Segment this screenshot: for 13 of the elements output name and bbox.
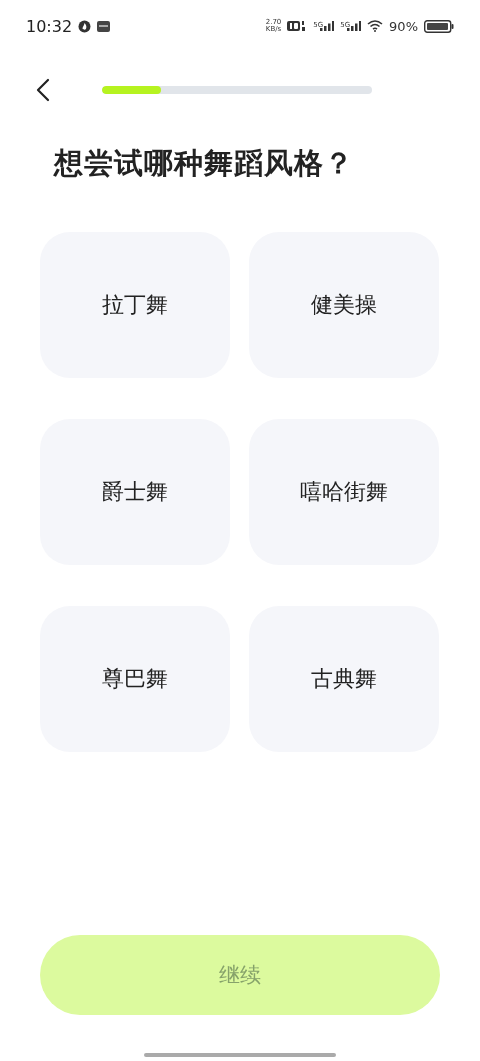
option-card[interactable]: 嘻哈街舞 bbox=[249, 419, 439, 565]
app-icon bbox=[97, 20, 111, 32]
status-time: 10:32 bbox=[26, 16, 73, 36]
back-button[interactable] bbox=[34, 76, 52, 104]
option-card[interactable]: 古典舞 bbox=[249, 606, 439, 752]
option-card[interactable]: 尊巴舞 bbox=[40, 606, 230, 752]
option-card[interactable]: 拉丁舞 bbox=[40, 232, 230, 378]
question-title: 想尝试哪种舞蹈风格？ bbox=[54, 145, 355, 182]
wifi-icon bbox=[367, 20, 384, 32]
option-card[interactable]: 健美操 bbox=[249, 232, 439, 378]
option-card[interactable]: 爵士舞 bbox=[40, 419, 230, 565]
battery-percent: 90% bbox=[389, 18, 418, 34]
battery-icon bbox=[424, 19, 454, 33]
